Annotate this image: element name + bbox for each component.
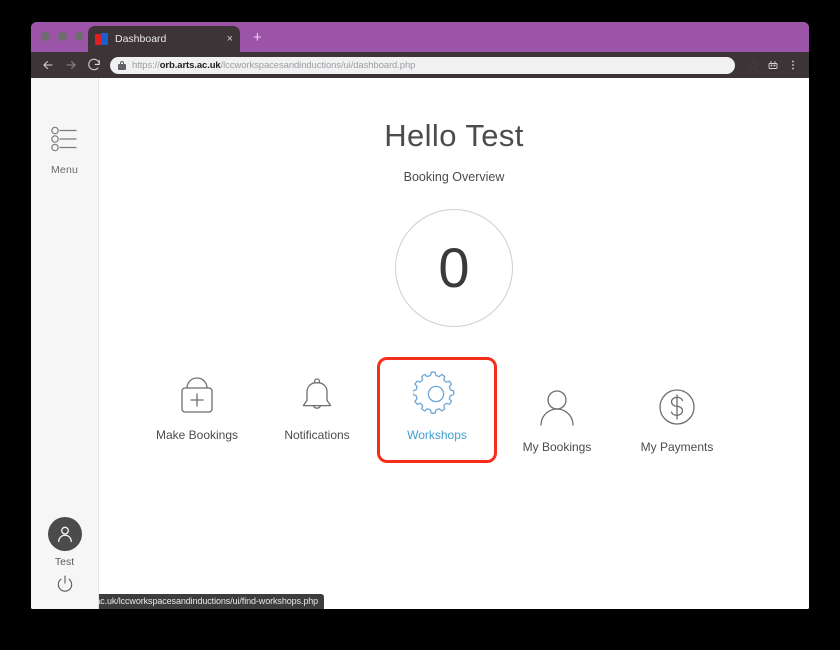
dollar-circle-icon — [620, 380, 734, 434]
tile-notifications[interactable]: Notifications — [257, 357, 377, 463]
booking-count-value: 0 — [438, 236, 470, 299]
screenshot-root: Dashboard × + https://orb.arts.ac.uk/lcc… — [0, 0, 840, 650]
link-status-bar: https://orb.arts.ac.uk/lccworkspacesandi… — [99, 594, 325, 609]
tile-workshops[interactable]: Workshops — [377, 357, 497, 463]
extensions-icon[interactable] — [764, 57, 781, 74]
new-tab-button[interactable]: + — [253, 30, 262, 45]
sidebar-menu-label: Menu — [50, 164, 79, 176]
address-bar-url: https://orb.arts.ac.uk/lccworkspacesandi… — [132, 60, 415, 71]
shopping-bag-plus-icon — [140, 368, 254, 422]
window-controls[interactable] — [41, 32, 84, 41]
browser-tab-dashboard[interactable]: Dashboard × — [88, 26, 240, 52]
sidebar-user-name: Test — [54, 556, 75, 568]
sliders-icon — [49, 126, 81, 157]
page-viewport: Menu Test Hello Test Booking Overview 0 … — [31, 78, 809, 609]
tile-my-payments[interactable]: My Payments — [617, 369, 737, 463]
tab-strip: Dashboard × + — [31, 22, 809, 52]
gear-icon — [380, 368, 494, 422]
close-icon[interactable]: × — [227, 33, 233, 45]
url-domain: orb.arts.ac.uk — [159, 59, 221, 71]
reload-icon[interactable] — [85, 56, 103, 74]
address-bar[interactable]: https://orb.arts.ac.uk/lccworkspacesandi… — [110, 56, 735, 74]
minimize-window-button[interactable] — [58, 32, 67, 41]
page-subtitle: Booking Overview — [403, 170, 505, 184]
url-scheme: https:// — [132, 59, 160, 71]
maximize-window-button[interactable] — [75, 32, 84, 41]
browser-toolbar: https://orb.arts.ac.uk/lccworkspacesandi… — [31, 52, 809, 78]
browser-menu-icon[interactable] — [784, 57, 801, 74]
tile-my-bookings[interactable]: My Bookings — [497, 369, 617, 463]
tile-label: Workshops — [407, 428, 467, 442]
url-path: /lccworkspacesandinductions/ui/dashboard… — [220, 59, 416, 71]
sidebar-user-section: Test — [31, 517, 98, 599]
tile-label: My Bookings — [522, 440, 592, 454]
dashboard-content: Hello Test Booking Overview 0 Make Booki… — [99, 78, 809, 609]
tile-make-bookings[interactable]: Make Bookings — [137, 357, 257, 463]
booking-count-circle: 0 — [395, 209, 513, 327]
power-icon[interactable] — [55, 574, 75, 599]
page-title: Hello Test — [384, 118, 524, 153]
close-window-button[interactable] — [41, 32, 50, 41]
ual-logo-favicon — [95, 32, 108, 46]
tile-label: Make Bookings — [155, 428, 239, 442]
bell-icon — [260, 368, 374, 422]
bookmark-star-icon[interactable] — [744, 57, 761, 74]
sidebar-item-menu[interactable]: Menu — [31, 126, 98, 176]
forward-arrow-icon[interactable] — [62, 56, 80, 74]
app-sidebar: Menu Test — [31, 78, 99, 609]
tab-title: Dashboard — [115, 33, 167, 45]
browser-window: Dashboard × + https://orb.arts.ac.uk/lcc… — [31, 22, 809, 609]
lock-icon — [118, 60, 126, 70]
avatar[interactable] — [47, 517, 82, 551]
dashboard-tiles: Make Bookings Notifications Workshops My… — [99, 357, 809, 463]
tile-label: Notifications — [284, 428, 350, 442]
tile-label: My Payments — [640, 440, 714, 454]
back-arrow-icon[interactable] — [39, 56, 57, 74]
person-icon — [500, 380, 614, 434]
